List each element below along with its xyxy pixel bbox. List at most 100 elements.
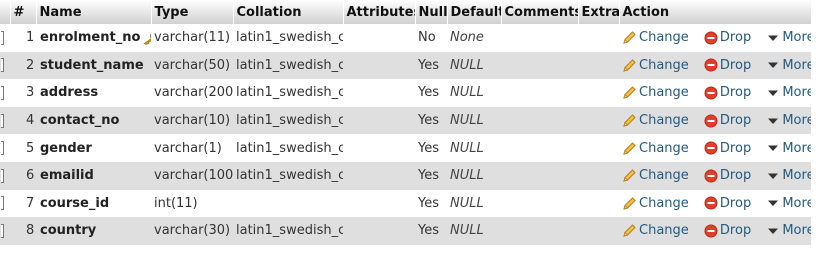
row-checkbox[interactable] — [1, 113, 4, 128]
column-extra — [578, 52, 619, 80]
dropdown-triangle-icon — [768, 90, 779, 96]
row-checkbox[interactable] — [1, 223, 4, 238]
drop-link[interactable]: Drop — [704, 168, 751, 183]
column-name-cell: student_name — [36, 52, 151, 80]
header-null[interactable]: Null — [415, 0, 448, 24]
change-link[interactable]: Change — [622, 168, 689, 183]
pencil-icon — [623, 86, 636, 100]
drop-link[interactable]: Drop — [704, 113, 751, 128]
column-default: NULL — [450, 140, 484, 156]
drop-label: Drop — [719, 195, 752, 211]
table-row: 5 gender varchar(1) latin1_swedish_ci Ye… — [0, 134, 811, 162]
column-extra — [578, 217, 619, 245]
more-dropdown[interactable]: More — [766, 223, 811, 238]
pencil-icon — [623, 197, 636, 210]
row-actions: Change Drop More — [619, 162, 811, 190]
drop-link[interactable]: Drop — [704, 30, 751, 45]
row-checkbox-cell — [0, 24, 10, 52]
column-name-cell: country — [36, 217, 151, 245]
change-link[interactable]: Change — [622, 58, 689, 73]
row-actions: Change Drop More — [619, 190, 811, 218]
change-label: Change — [639, 140, 689, 156]
header-collation[interactable]: Collation — [233, 0, 344, 24]
drop-label: Drop — [719, 113, 752, 129]
drop-link[interactable]: Drop — [704, 223, 751, 238]
row-number: 6 — [26, 168, 35, 184]
column-comments — [501, 79, 578, 107]
header-checkbox-cell — [0, 0, 11, 24]
column-extra — [578, 79, 619, 107]
more-dropdown[interactable]: More — [766, 58, 811, 73]
row-actions: Change Drop More — [619, 134, 811, 162]
column-type: varchar(200) — [154, 85, 233, 101]
row-checkbox[interactable] — [1, 30, 4, 45]
column-null: Yes — [418, 168, 439, 184]
column-name: student_name — [40, 57, 144, 73]
drop-link[interactable]: Drop — [704, 85, 751, 100]
more-dropdown[interactable]: More — [766, 168, 811, 183]
more-label: More — [782, 30, 811, 46]
column-extra — [578, 134, 619, 162]
more-dropdown[interactable]: More — [766, 30, 811, 45]
header-extra[interactable]: Extra — [578, 0, 620, 24]
column-default: NULL — [450, 223, 484, 239]
more-dropdown[interactable]: More — [766, 196, 811, 211]
column-name: enrolment_no — [40, 30, 141, 46]
header-attributes[interactable]: Attributes — [343, 0, 416, 24]
row-checkbox[interactable] — [1, 196, 4, 211]
more-dropdown[interactable]: More — [766, 141, 811, 156]
column-name: country — [40, 223, 97, 239]
row-checkbox[interactable] — [1, 85, 4, 100]
dropdown-triangle-icon — [768, 173, 779, 179]
column-attributes — [343, 52, 415, 80]
change-link[interactable]: Change — [622, 30, 689, 45]
column-name: emailid — [40, 168, 94, 184]
row-actions: Change Drop More — [619, 79, 811, 107]
drop-label: Drop — [719, 140, 752, 156]
column-name-cell: emailid — [36, 162, 151, 190]
more-label: More — [782, 85, 811, 101]
pencil-icon — [623, 169, 636, 182]
row-number: 7 — [26, 195, 35, 211]
column-collation: latin1_swedish_ci — [236, 168, 343, 184]
more-dropdown[interactable]: More — [766, 85, 811, 100]
drop-label: Drop — [719, 168, 752, 184]
row-checkbox[interactable] — [1, 141, 4, 156]
change-label: Change — [639, 30, 689, 46]
column-collation: latin1_swedish_ci — [236, 223, 343, 239]
change-link[interactable]: Change — [622, 196, 689, 211]
primary-key-icon — [144, 33, 151, 45]
drop-link[interactable]: Drop — [704, 58, 751, 73]
change-link[interactable]: Change — [622, 85, 689, 100]
header-default[interactable]: Default — [447, 0, 502, 24]
row-checkbox[interactable] — [1, 58, 4, 73]
table-row: 1 enrolment_no varchar(11) latin1_swedis… — [0, 24, 811, 52]
change-link[interactable]: Change — [622, 113, 689, 128]
row-actions: Change Drop More — [619, 107, 811, 135]
drop-link[interactable]: Drop — [704, 141, 751, 156]
row-number: 1 — [26, 30, 35, 46]
column-name-cell: enrolment_no — [36, 24, 151, 52]
drop-icon — [704, 31, 718, 45]
header-num[interactable]: # — [10, 0, 37, 24]
header-type[interactable]: Type — [151, 0, 234, 24]
row-checkbox[interactable] — [1, 168, 4, 183]
column-default: NULL — [450, 168, 484, 184]
table-row: 7 course_id int(11) Yes NULL Change Drop… — [0, 189, 811, 218]
change-link[interactable]: Change — [622, 141, 689, 156]
change-label: Change — [639, 113, 689, 129]
column-comments — [501, 190, 578, 218]
change-link[interactable]: Change — [622, 223, 689, 238]
drop-link[interactable]: Drop — [704, 196, 751, 211]
drop-label: Drop — [719, 223, 752, 239]
header-comments[interactable]: Comments — [501, 0, 579, 24]
column-type: varchar(1) — [154, 140, 222, 156]
dropdown-triangle-icon — [768, 35, 779, 41]
more-dropdown[interactable]: More — [766, 113, 811, 128]
column-collation — [233, 190, 343, 218]
column-attributes — [343, 190, 415, 218]
column-name-cell: contact_no — [36, 107, 151, 135]
header-name[interactable]: Name — [36, 0, 152, 24]
column-null: No — [418, 30, 436, 46]
pencil-icon — [623, 59, 636, 72]
